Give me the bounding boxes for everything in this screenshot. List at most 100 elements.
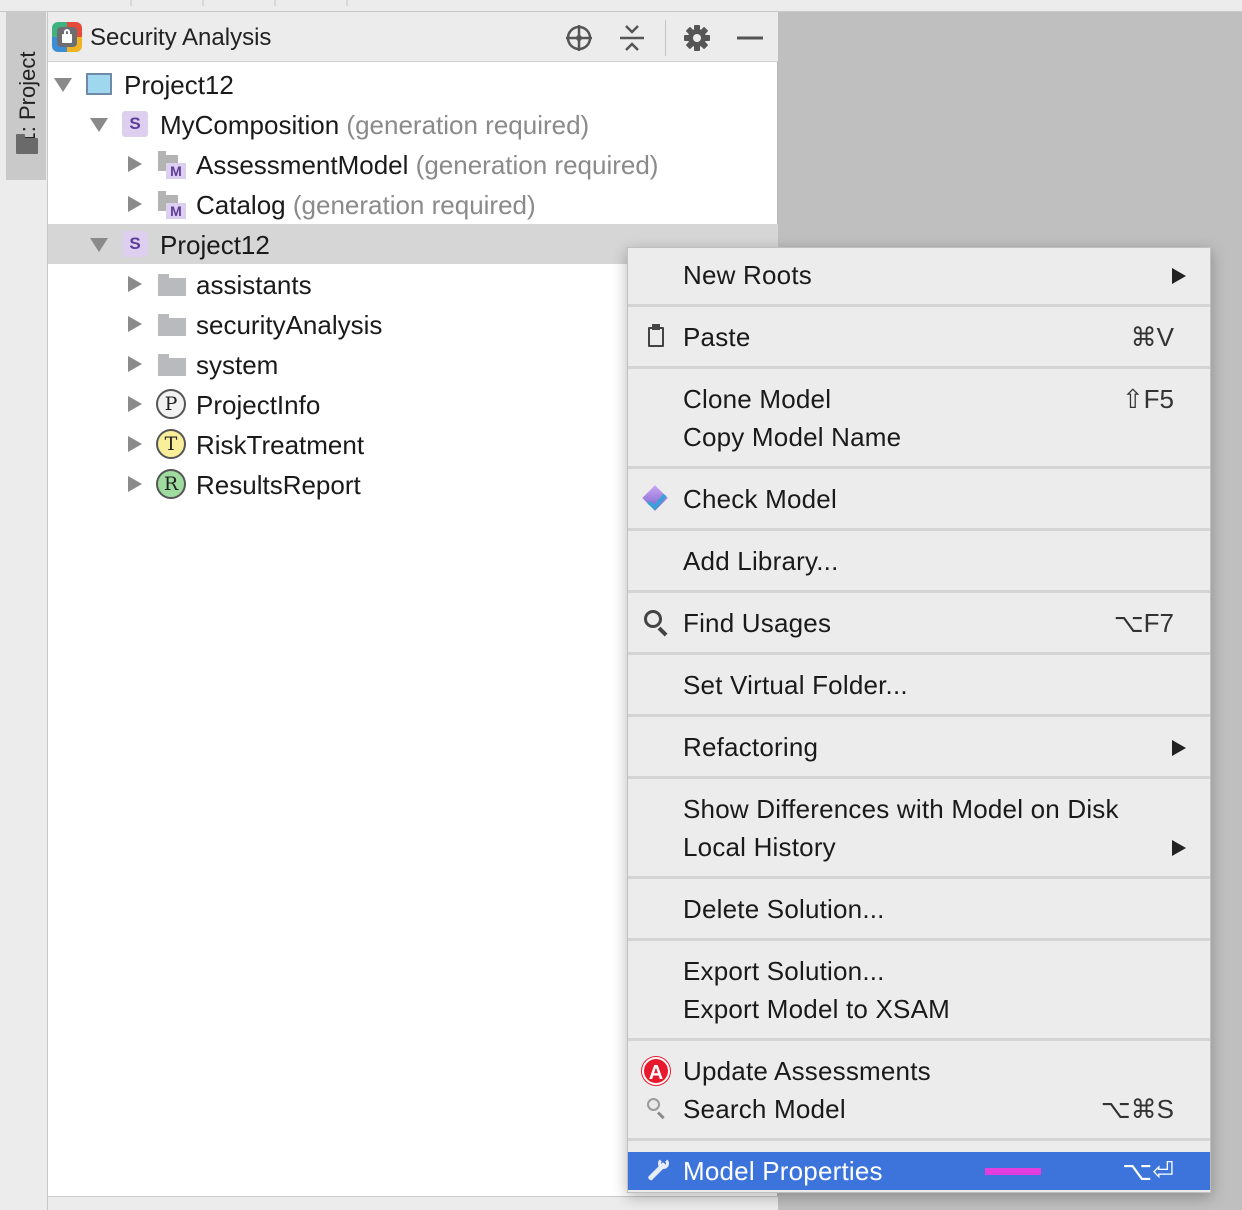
tree-row-project[interactable]: Project12 — [48, 64, 778, 104]
collapse-all-icon[interactable] — [616, 22, 648, 54]
tree-label: Project12 — [124, 70, 234, 100]
menu-item-label: Check Model — [683, 484, 837, 514]
menu-item-label: Paste — [683, 322, 751, 352]
menu-item-search-model[interactable]: Search Model ⌥⌘S — [628, 1090, 1210, 1128]
solution-icon: S — [122, 231, 148, 257]
collapsed-arrow-icon[interactable] — [128, 356, 142, 372]
menu-item-label: Add Library... — [683, 546, 839, 576]
minimize-icon[interactable] — [734, 22, 766, 54]
tree-row-mycomposition[interactable]: S MyComposition (generation required) — [48, 104, 778, 144]
menu-item-shortcut: ⌥⌘S — [1100, 1094, 1174, 1124]
panel-header: Security Analysis — [48, 12, 778, 62]
menu-item-label: Find Usages — [683, 608, 832, 638]
context-menu: New Roots Paste ⌘V Clone Model ⇧F5 Copy … — [627, 247, 1211, 1193]
locate-icon[interactable] — [563, 22, 595, 54]
tree-row-catalog[interactable]: M Catalog (generation required) — [48, 184, 778, 224]
menu-item-shortcut: ⇧F5 — [1121, 384, 1174, 414]
bottom-status-bar — [48, 1196, 778, 1210]
folder-icon — [16, 134, 38, 154]
menu-item-set-virtual-folder[interactable]: Set Virtual Folder... — [628, 666, 1210, 704]
breadcrumb-remnant — [60, 0, 360, 6]
expanded-arrow-icon[interactable] — [90, 118, 108, 132]
collapsed-arrow-icon[interactable] — [128, 316, 142, 332]
wrench-icon — [642, 1157, 670, 1185]
menu-item-label: Copy Model Name — [683, 422, 902, 452]
menu-item-label: Model Properties — [683, 1156, 883, 1186]
menu-item-label: Show Differences with Model on Disk — [683, 794, 1119, 824]
submenu-arrow-icon — [1172, 268, 1186, 284]
collapsed-arrow-icon[interactable] — [128, 276, 142, 292]
menu-item-clone-model[interactable]: Clone Model ⇧F5 — [628, 380, 1210, 418]
folder-icon — [158, 314, 186, 336]
menu-separator — [628, 938, 1210, 941]
menu-item-label: Update Assessments — [683, 1056, 931, 1086]
menu-item-add-library[interactable]: Add Library... — [628, 542, 1210, 580]
tree-label: Project12 — [160, 230, 270, 260]
tree-row-assessmentmodel[interactable]: M AssessmentModel (generation required) — [48, 144, 778, 184]
expanded-arrow-icon[interactable] — [54, 78, 72, 92]
tree-label: securityAnalysis — [196, 310, 383, 340]
tree-label: RiskTreatment — [196, 430, 365, 460]
menu-item-show-differences[interactable]: Show Differences with Model on Disk — [628, 790, 1210, 828]
tree-label: ResultsReport — [196, 470, 361, 500]
menu-item-refactoring[interactable]: Refactoring — [628, 728, 1210, 766]
menu-separator — [628, 528, 1210, 531]
menu-item-model-properties[interactable]: Model Properties ⌥⏎ — [628, 1152, 1210, 1190]
menu-item-label: Export Model to XSAM — [683, 994, 950, 1024]
collapsed-arrow-icon[interactable] — [128, 436, 142, 452]
menu-item-new-roots[interactable]: New Roots — [628, 256, 1210, 294]
submenu-arrow-icon — [1172, 840, 1186, 856]
solution-icon: S — [122, 111, 148, 137]
menu-item-shortcut: ⌥F7 — [1113, 608, 1174, 638]
menu-item-export-solution[interactable]: Export Solution... — [628, 952, 1210, 990]
menu-item-copy-model-name[interactable]: Copy Model Name — [628, 418, 1210, 456]
tree-label: MyComposition (generation required) — [160, 110, 590, 140]
menu-item-export-xsam[interactable]: Export Model to XSAM — [628, 990, 1210, 1028]
menu-item-label: Set Virtual Folder... — [683, 670, 908, 700]
menu-separator — [628, 1038, 1210, 1041]
menu-separator — [628, 776, 1210, 779]
menu-item-find-usages[interactable]: Find Usages ⌥F7 — [628, 604, 1210, 642]
menu-separator — [628, 590, 1210, 593]
menu-separator — [628, 876, 1210, 879]
menu-item-label: Export Solution... — [683, 956, 885, 986]
menu-separator — [628, 1138, 1210, 1141]
menu-separator — [628, 466, 1210, 469]
menu-separator — [628, 714, 1210, 717]
paste-icon — [642, 323, 670, 351]
expanded-arrow-icon[interactable] — [90, 238, 108, 252]
menu-item-update-assessments[interactable]: A Update Assessments — [628, 1052, 1210, 1090]
project-icon — [86, 73, 112, 95]
model-icon: M — [158, 151, 186, 179]
collapsed-arrow-icon[interactable] — [128, 156, 142, 172]
tree-label: assistants — [196, 270, 312, 300]
menu-item-local-history[interactable]: Local History — [628, 828, 1210, 866]
menu-item-label: Search Model — [683, 1094, 846, 1124]
menu-item-label: Refactoring — [683, 732, 819, 762]
security-analysis-logo-icon — [52, 22, 82, 52]
tree-label: Catalog (generation required) — [196, 190, 536, 220]
collapsed-arrow-icon[interactable] — [128, 396, 142, 412]
folder-icon — [158, 354, 186, 376]
menu-item-check-model[interactable]: Check Model — [628, 480, 1210, 518]
check-model-icon — [642, 485, 670, 513]
r-root-icon: R — [156, 469, 186, 499]
menu-item-delete-solution[interactable]: Delete Solution... — [628, 890, 1210, 928]
menu-item-label: Delete Solution... — [683, 894, 885, 924]
menu-item-label: New Roots — [683, 260, 812, 290]
p-root-icon: P — [156, 389, 186, 419]
gear-icon[interactable] — [681, 22, 713, 54]
search-model-icon — [642, 1095, 670, 1123]
folder-icon — [158, 274, 186, 296]
highlight-annotation-mark — [985, 1168, 1041, 1175]
t-root-icon: T — [156, 429, 186, 459]
menu-item-paste[interactable]: Paste ⌘V — [628, 318, 1210, 356]
collapsed-arrow-icon[interactable] — [128, 196, 142, 212]
panel-title: Security Analysis — [90, 24, 272, 51]
project-tool-tab[interactable]: 1: Project — [6, 12, 46, 180]
search-icon — [642, 609, 670, 637]
window-top-strip — [0, 0, 1242, 12]
collapsed-arrow-icon[interactable] — [128, 476, 142, 492]
assessment-a-icon: A — [642, 1057, 670, 1085]
menu-separator — [628, 652, 1210, 655]
